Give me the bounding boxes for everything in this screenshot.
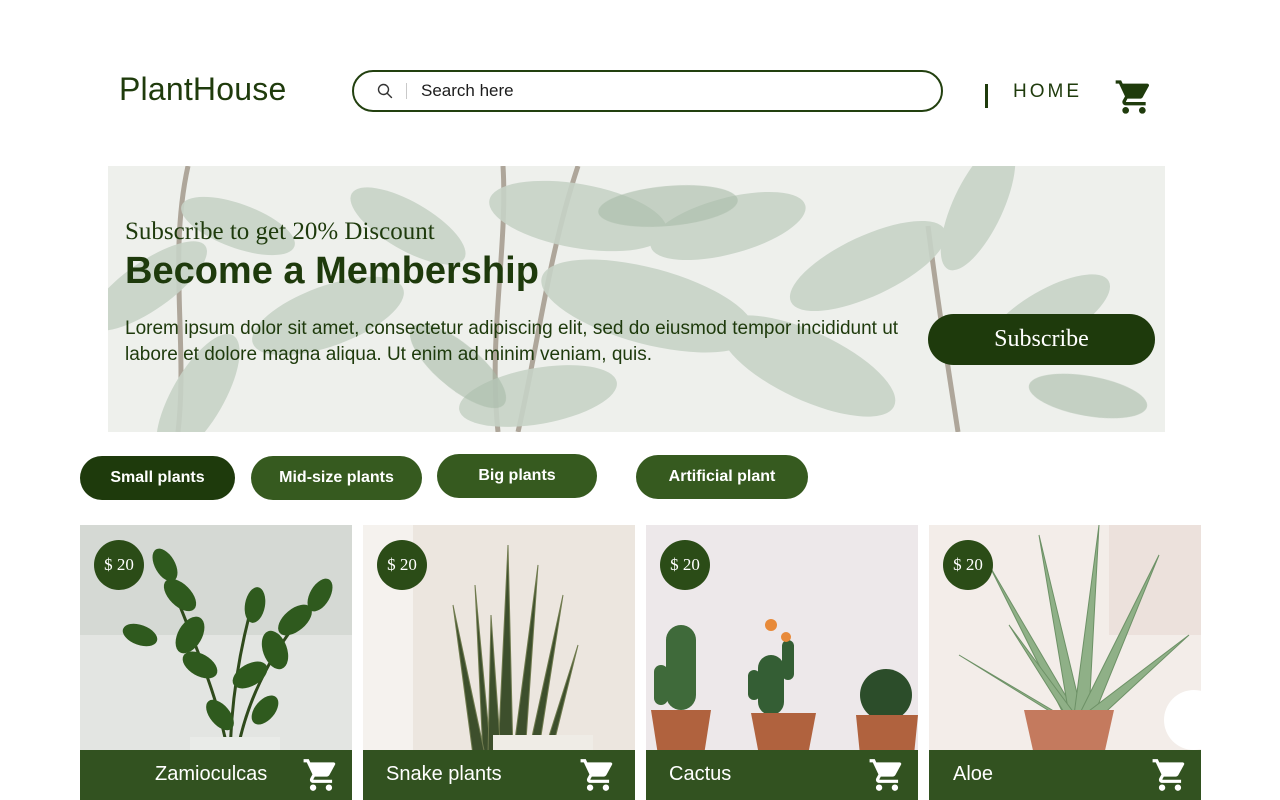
subscribe-button[interactable]: Subscribe	[928, 314, 1155, 365]
search-divider	[406, 83, 407, 99]
add-to-cart-icon[interactable]	[1151, 756, 1189, 794]
banner-tagline: Subscribe to get 20% Discount	[125, 218, 435, 245]
nav-divider	[985, 84, 988, 108]
search-icon[interactable]	[374, 80, 396, 102]
product-bar: Snake plants	[363, 750, 635, 800]
nav-home-link[interactable]: HOME	[1013, 81, 1082, 103]
product-card[interactable]: $ 20 Snake plants	[363, 525, 635, 800]
add-to-cart-icon[interactable]	[302, 756, 340, 794]
filter-artificial-plant[interactable]: Artificial plant	[636, 455, 808, 499]
filter-mid-size-plants[interactable]: Mid-size plants	[251, 456, 422, 500]
add-to-cart-icon[interactable]	[868, 756, 906, 794]
product-name[interactable]: Aloe	[953, 763, 993, 786]
add-to-cart-icon[interactable]	[579, 756, 617, 794]
membership-banner: Subscribe to get 20% Discount Become a M…	[108, 166, 1165, 432]
price-badge: $ 20	[943, 540, 993, 590]
search-input[interactable]	[421, 81, 901, 101]
banner-description: Lorem ipsum dolor sit amet, consectetur …	[125, 318, 899, 365]
price-badge: $ 20	[94, 540, 144, 590]
product-name[interactable]: Cactus	[669, 763, 731, 786]
price-badge: $ 20	[660, 540, 710, 590]
filter-small-plants[interactable]: Small plants	[80, 456, 235, 500]
banner-headline: Become a Membership	[125, 250, 539, 292]
price-badge: $ 20	[377, 540, 427, 590]
filter-big-plants[interactable]: Big plants	[437, 454, 597, 498]
brand-logo[interactable]: PlantHouse	[119, 71, 286, 108]
banner-plant-illustration	[108, 166, 1148, 432]
product-bar: Aloe	[929, 750, 1201, 800]
product-card[interactable]: $ 20 Zamioculcas	[80, 525, 352, 800]
cart-icon[interactable]	[1114, 77, 1154, 117]
search-bar[interactable]	[352, 70, 943, 112]
product-card[interactable]: $ 20 Aloe	[929, 525, 1201, 800]
product-bar: Cactus	[646, 750, 918, 800]
product-card[interactable]: $ 20 Cactus	[646, 525, 918, 800]
product-bar: Zamioculcas	[80, 750, 352, 800]
product-name[interactable]: Zamioculcas	[155, 763, 267, 786]
product-name[interactable]: Snake plants	[386, 763, 502, 786]
